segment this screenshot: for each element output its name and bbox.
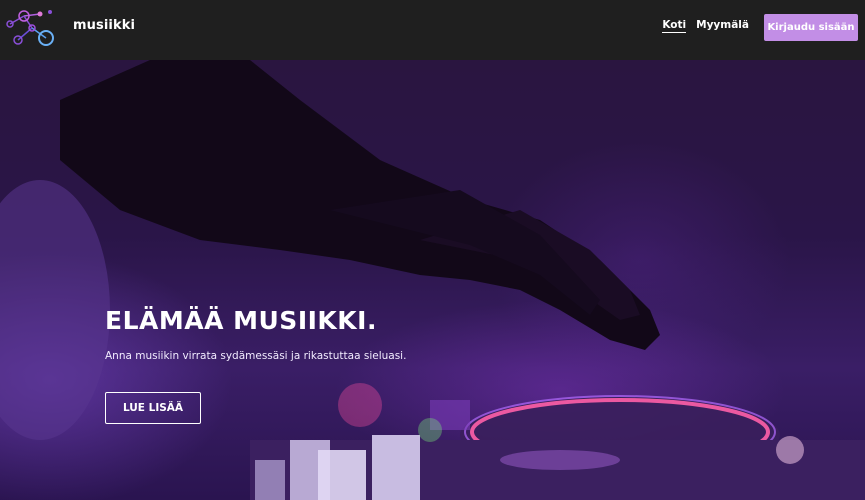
hero-title: ELÄMÄÄ MUSIIKKI.: [105, 306, 377, 335]
top-navbar: musiikki Koti Myymälä Kirjaudu sisään: [0, 0, 865, 60]
hero-subtitle: Anna musiikin virrata sydämessäsi ja rik…: [105, 350, 407, 362]
read-more-button[interactable]: LUE LISÄÄ: [105, 392, 201, 424]
hero-background-image: [0, 60, 865, 500]
main-nav: Koti Myymälä: [662, 19, 749, 33]
nav-link-myymala[interactable]: Myymälä: [696, 19, 749, 33]
hero-section: ELÄMÄÄ MUSIIKKI. Anna musiikin virrata s…: [0, 60, 865, 500]
login-button[interactable]: Kirjaudu sisään: [764, 14, 858, 41]
logo-icon[interactable]: [2, 4, 60, 50]
nav-link-koti[interactable]: Koti: [662, 19, 687, 33]
brand-name[interactable]: musiikki: [73, 18, 135, 33]
